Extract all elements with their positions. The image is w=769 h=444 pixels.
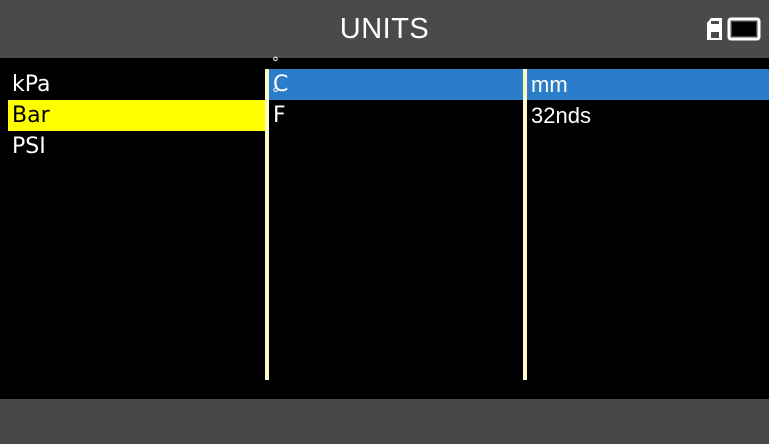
degree-symbol: ° [272,86,279,102]
unit-option-bar[interactable]: Bar [8,100,265,131]
unit-option-psi[interactable]: PSI [8,131,265,162]
tread-units-column: mm 32nds [523,69,769,380]
unit-option-32nds[interactable]: 32nds [527,100,769,131]
temperature-units-column: ° C ° F [265,56,523,380]
degree-symbol: ° [272,55,279,71]
battery-icon [727,17,761,46]
units-panel: kPa Bar PSI ° C ° F mm 32nds [8,56,769,399]
status-icons [706,17,761,46]
unit-option-fahrenheit[interactable]: ° F [269,87,523,131]
header-gap [0,58,769,69]
unit-option-celsius[interactable]: ° C [269,56,523,100]
units-screen: UNITS kPa Bar PSI ° C ° F mm 32nds [0,0,769,444]
pressure-units-column: kPa Bar PSI [8,69,265,380]
header-bar: UNITS [0,0,769,58]
footer-bar [0,399,769,444]
unit-option-kpa[interactable]: kPa [8,69,265,100]
fahrenheit-letter: F [273,103,286,128]
fahrenheit-label: ° F [272,87,286,131]
sd-card-icon [706,17,723,46]
page-title: UNITS [339,13,430,45]
unit-option-mm[interactable]: mm [527,69,769,100]
